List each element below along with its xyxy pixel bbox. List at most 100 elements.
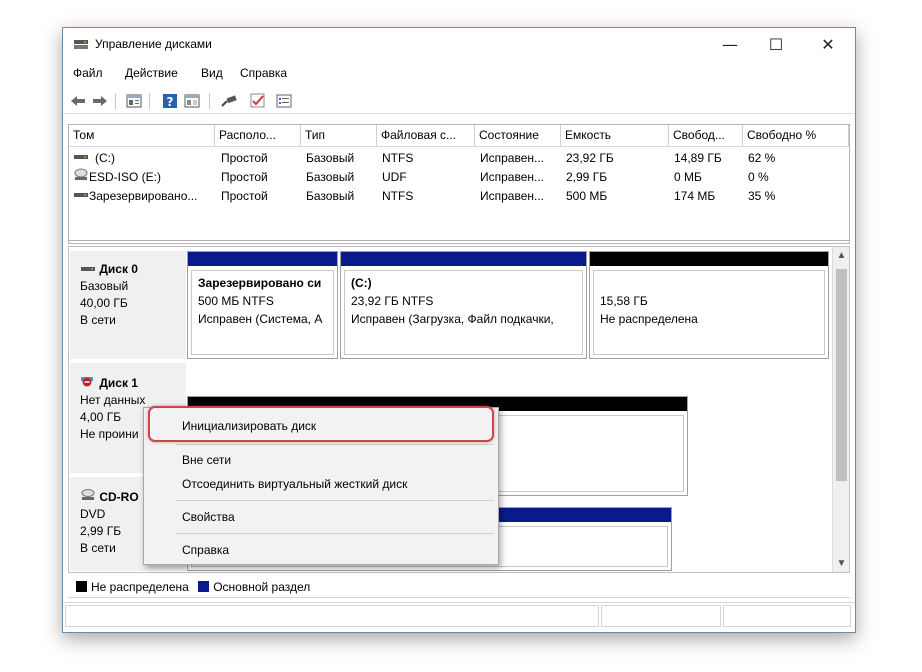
volume-layout: Простой xyxy=(221,170,268,184)
disk-management-icon xyxy=(73,38,89,50)
column-header-capacity[interactable]: Емкость xyxy=(561,125,669,146)
unallocated-bar xyxy=(590,252,828,266)
column-header-layout[interactable]: Располо... xyxy=(215,125,301,146)
table-row[interactable]: ESD-ISO (E:) Простой Базовый UDF Исправе… xyxy=(69,168,849,187)
minimize-button[interactable]: — xyxy=(707,28,753,60)
status-cell xyxy=(65,605,599,627)
column-header-status[interactable]: Состояние xyxy=(475,125,561,146)
partition-status: Исправен (Загрузка, Файл подкачки, xyxy=(351,312,554,326)
menu-file[interactable]: Файл xyxy=(73,66,103,80)
volume-status: Исправен... xyxy=(480,170,545,184)
volume-free-percent: 35 % xyxy=(748,189,776,203)
disk-0-info[interactable]: Диск 0 Базовый 40,00 ГБ В сети xyxy=(70,251,186,359)
back-arrow-icon[interactable] xyxy=(69,92,87,110)
legend: Не распределена Основной раздел xyxy=(68,576,850,598)
partition-reserved[interactable]: Зарезервировано си 500 МБ NTFS Исправен … xyxy=(187,251,338,359)
forward-arrow-icon[interactable] xyxy=(91,92,109,110)
partition-details: 15,58 ГБ Не распределена xyxy=(593,270,825,355)
volume-layout: Простой xyxy=(221,151,268,165)
partition-status: Не распределена xyxy=(600,312,698,326)
maximize-button[interactable]: ☐ xyxy=(753,28,799,60)
volume-capacity: 2,99 ГБ xyxy=(566,170,608,184)
volume-name: ESD-ISO (E:) xyxy=(89,170,162,184)
help-icon[interactable]: ? xyxy=(161,92,179,110)
disk-0-name: Диск 0 xyxy=(99,262,138,276)
toolbar-separator xyxy=(115,93,116,109)
column-header-filesystem[interactable]: Файловая с... xyxy=(377,125,475,146)
partition-c[interactable]: (C:) 23,92 ГБ NTFS Исправен (Загрузка, Ф… xyxy=(340,251,587,359)
partition-title: Зарезервировано си xyxy=(198,276,322,290)
status-cell xyxy=(601,605,721,627)
cd-drive-icon xyxy=(80,489,96,504)
menu-view[interactable]: Вид xyxy=(201,66,223,80)
volume-name: (C:) xyxy=(95,151,115,165)
table-row[interactable]: (C:) Простой Базовый NTFS Исправен... 23… xyxy=(69,149,849,168)
volume-type: Базовый xyxy=(306,151,355,165)
checkmark-icon[interactable] xyxy=(249,92,267,110)
scroll-down-icon[interactable]: ▼ xyxy=(833,555,849,572)
volume-filesystem: NTFS xyxy=(382,189,414,203)
legend-primary-swatch xyxy=(198,581,210,592)
scroll-up-icon[interactable]: ▲ xyxy=(833,247,849,264)
partition-unallocated[interactable]: 15,58 ГБ Не распределена xyxy=(589,251,829,359)
volume-name: Зарезервировано... xyxy=(89,189,198,203)
primary-partition-bar xyxy=(341,252,586,266)
disk-0-size: 40,00 ГБ xyxy=(80,296,128,310)
toolbar-separator xyxy=(149,93,150,109)
partition-title: (C:) xyxy=(351,276,372,290)
menu-action[interactable]: Действие xyxy=(125,66,178,80)
disk-error-icon xyxy=(80,376,96,390)
svg-text:?: ? xyxy=(167,95,174,109)
column-header-free-percent[interactable]: Свободно % xyxy=(743,125,849,146)
toolbar-separator xyxy=(209,93,210,109)
menu-item-properties[interactable]: Свойства xyxy=(182,510,235,524)
volume-capacity: 500 МБ xyxy=(566,189,608,203)
column-header-volume[interactable]: Том xyxy=(69,125,215,146)
title-bar[interactable]: Управление дисками — ☐ ✕ xyxy=(63,28,855,60)
partition-size: 23,92 ГБ NTFS xyxy=(351,294,434,308)
menu-item-help[interactable]: Справка xyxy=(182,543,229,557)
menu-separator xyxy=(176,500,494,501)
legend-unallocated-label: Не распределена xyxy=(91,580,189,594)
partition-details: Зарезервировано си 500 МБ NTFS Исправен … xyxy=(191,270,334,355)
properties-icon[interactable] xyxy=(125,92,143,110)
highlight-annotation xyxy=(148,406,494,442)
connect-icon[interactable] xyxy=(221,92,239,110)
volume-status: Исправен... xyxy=(480,151,545,165)
disk-1-title: Диск 1 xyxy=(80,375,186,392)
menu-item-detach-vhd[interactable]: Отсоединить виртуальный жесткий диск xyxy=(182,477,407,491)
vertical-scrollbar[interactable]: ▲ ▼ xyxy=(832,247,849,572)
column-header-free[interactable]: Свобод... xyxy=(669,125,743,146)
cdrom-name: CD-RO xyxy=(99,490,139,504)
disk-0-type: Базовый xyxy=(80,279,129,293)
scrollbar-thumb[interactable] xyxy=(836,269,847,481)
primary-partition-bar xyxy=(188,252,337,266)
drive-icon xyxy=(73,149,93,168)
list-icon[interactable] xyxy=(275,92,293,110)
column-header-type[interactable]: Тип xyxy=(301,125,377,146)
view-pane-icon[interactable] xyxy=(183,92,201,110)
menu-item-offline[interactable]: Вне сети xyxy=(182,453,231,467)
disk-1-name: Диск 1 xyxy=(99,376,138,390)
volume-type: Базовый xyxy=(306,170,355,184)
table-row[interactable]: Зарезервировано... Простой Базовый NTFS … xyxy=(69,187,849,206)
volume-capacity: 23,92 ГБ xyxy=(566,151,614,165)
volume-list-header: Том Располо... Тип Файловая с... Состоян… xyxy=(69,125,849,147)
status-bar xyxy=(63,602,855,628)
volume-free: 174 МБ xyxy=(674,189,716,203)
menu-separator xyxy=(176,444,494,445)
volume-free-percent: 62 % xyxy=(748,151,776,165)
window-title: Управление дисками xyxy=(95,37,212,51)
volume-list: Том Располо... Тип Файловая с... Состоян… xyxy=(68,124,850,244)
partition-details: (C:) 23,92 ГБ NTFS Исправен (Загрузка, Ф… xyxy=(344,270,583,355)
partition-size: 500 МБ NTFS xyxy=(198,294,274,308)
menu-help[interactable]: Справка xyxy=(240,66,287,80)
volume-filesystem: UDF xyxy=(382,170,407,184)
status-cell xyxy=(723,605,851,627)
legend-primary-label: Основной раздел xyxy=(213,580,311,594)
partition-status: Исправен (Система, А xyxy=(198,312,323,326)
close-button[interactable]: ✕ xyxy=(805,28,851,60)
volume-type: Базовый xyxy=(306,189,355,203)
volume-free-percent: 0 % xyxy=(748,170,769,184)
legend-unallocated-swatch xyxy=(76,581,87,592)
